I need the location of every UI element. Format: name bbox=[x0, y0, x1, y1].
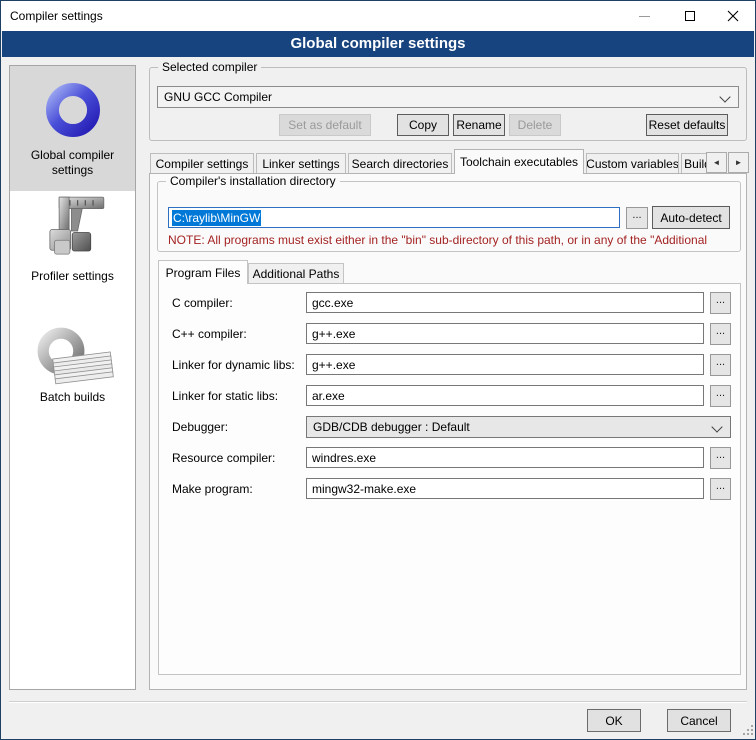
chevron-down-icon bbox=[711, 421, 722, 432]
compiler-select-value: GNU GCC Compiler bbox=[164, 90, 272, 104]
resize-grip-icon[interactable] bbox=[742, 725, 754, 737]
tab-toolchain-executables[interactable]: Toolchain executables bbox=[454, 149, 584, 174]
browse-button[interactable]: ... bbox=[710, 478, 731, 500]
tab-custom-variables[interactable]: Custom variables bbox=[586, 153, 679, 174]
tab-search-directories[interactable]: Search directories bbox=[348, 153, 452, 174]
close-x-icon bbox=[727, 10, 739, 22]
sidebar-item-label: Global compiler settings bbox=[10, 148, 135, 178]
tab-label: Program Files bbox=[166, 266, 241, 280]
tab-compiler-settings[interactable]: Compiler settings bbox=[150, 153, 254, 174]
tab-scroll-right-button[interactable]: ► bbox=[728, 152, 749, 173]
debugger-select[interactable]: GDB/CDB debugger : Default bbox=[306, 416, 731, 438]
browse-button[interactable]: ... bbox=[710, 354, 731, 376]
titlebar: Compiler settings bbox=[1, 1, 755, 31]
tab-scroll-left-button[interactable]: ◄ bbox=[706, 152, 727, 173]
browse-button[interactable]: ... bbox=[710, 292, 731, 314]
tab-additional-paths[interactable]: Additional Paths bbox=[248, 263, 344, 284]
linker-for-dynamic-libs-input[interactable] bbox=[306, 354, 704, 375]
rename-button[interactable]: Rename bbox=[453, 114, 505, 136]
ellipsis-icon: ... bbox=[632, 208, 641, 222]
linker-for-static-libs-input[interactable] bbox=[306, 385, 704, 406]
cancel-button[interactable]: Cancel bbox=[667, 709, 731, 732]
delete-button[interactable]: Delete bbox=[509, 114, 561, 136]
field-label: Debugger: bbox=[172, 420, 228, 434]
debugger-select-value: GDB/CDB debugger : Default bbox=[313, 420, 470, 434]
group-legend: Compiler's installation directory bbox=[166, 174, 340, 188]
compiler-select[interactable]: GNU GCC Compiler bbox=[157, 86, 739, 108]
c-compiler-input[interactable] bbox=[306, 323, 704, 344]
close-button[interactable] bbox=[710, 1, 755, 31]
field-label: Linker for dynamic libs: bbox=[172, 358, 295, 372]
set-as-default-button[interactable]: Set as default bbox=[279, 114, 371, 136]
browse-button[interactable]: ... bbox=[710, 447, 731, 469]
sidebar-item-label: Batch builds bbox=[10, 390, 135, 405]
chevron-down-icon bbox=[719, 91, 730, 102]
resource-compiler-input[interactable] bbox=[306, 447, 704, 468]
tab-scroll-right-icon: ► bbox=[735, 158, 743, 167]
browse-button[interactable]: ... bbox=[710, 323, 731, 345]
maximize-square-icon bbox=[685, 11, 695, 21]
installation-directory-input[interactable]: C:\raylib\MinGW bbox=[168, 207, 620, 228]
blue-gear-icon bbox=[35, 72, 111, 148]
field-label: Linker for static libs: bbox=[172, 389, 278, 403]
maximize-button[interactable] bbox=[667, 1, 712, 31]
sidebar-item-profiler-settings[interactable]: Profiler settings bbox=[10, 191, 135, 291]
installation-directory-group: Compiler's installation directory C:\ray… bbox=[157, 181, 741, 252]
copy-button[interactable]: Copy bbox=[397, 114, 449, 136]
installation-note: NOTE: All programs must exist either in … bbox=[168, 233, 738, 247]
settings-category-list: Global compiler settings Profiler settin… bbox=[9, 65, 136, 690]
compiler-settings-dialog: Compiler settings Global compiler settin… bbox=[0, 0, 756, 740]
make-program-input[interactable] bbox=[306, 478, 704, 499]
gray-gear-stack-icon bbox=[28, 318, 118, 390]
sidebar-item-batch-builds[interactable]: Batch builds bbox=[10, 314, 135, 414]
c-compiler-input[interactable] bbox=[306, 292, 704, 313]
sidebar-item-global-compiler-settings[interactable]: Global compiler settings bbox=[10, 66, 135, 191]
auto-detect-button[interactable]: Auto-detect bbox=[652, 206, 730, 229]
tab-linker-settings[interactable]: Linker settings bbox=[256, 153, 346, 174]
window-title: Compiler settings bbox=[10, 1, 103, 31]
tab-scroll-left-icon: ◄ bbox=[713, 158, 721, 167]
tab-program-files[interactable]: Program Files bbox=[158, 260, 248, 284]
auto-detect-label: Auto-detect bbox=[660, 211, 721, 225]
installation-directory-value: C:\raylib\MinGW bbox=[172, 210, 261, 226]
ok-label: OK bbox=[605, 714, 622, 728]
field-label: Make program: bbox=[172, 482, 253, 496]
installation-directory-browse-button[interactable]: ... bbox=[626, 207, 648, 229]
field-label: C++ compiler: bbox=[172, 327, 247, 341]
caliper-icon bbox=[36, 193, 110, 269]
tab-label: Additional Paths bbox=[253, 267, 340, 281]
field-label: C compiler: bbox=[172, 296, 233, 310]
footer-divider bbox=[9, 701, 747, 703]
reset-defaults-button[interactable]: Reset defaults bbox=[646, 114, 728, 136]
settings-tabstrip: Compiler settingsLinker settingsSearch d… bbox=[150, 149, 706, 174]
cancel-label: Cancel bbox=[680, 714, 717, 728]
page-title: Global compiler settings bbox=[2, 31, 754, 57]
sidebar-item-label: Profiler settings bbox=[10, 269, 135, 284]
program-files-page: C compiler:... C++ compiler:... Linker for… bbox=[158, 283, 741, 675]
minimize-button[interactable] bbox=[622, 1, 667, 31]
minimize-dash-icon bbox=[639, 16, 650, 17]
field-label: Resource compiler: bbox=[172, 451, 275, 465]
group-legend: Selected compiler bbox=[158, 60, 261, 74]
ok-button[interactable]: OK bbox=[587, 709, 641, 732]
browse-button[interactable]: ... bbox=[710, 385, 731, 407]
tab-build[interactable]: Build bbox=[681, 153, 706, 174]
toolchain-executables-page: Compiler's installation directory C:\ray… bbox=[149, 173, 747, 690]
